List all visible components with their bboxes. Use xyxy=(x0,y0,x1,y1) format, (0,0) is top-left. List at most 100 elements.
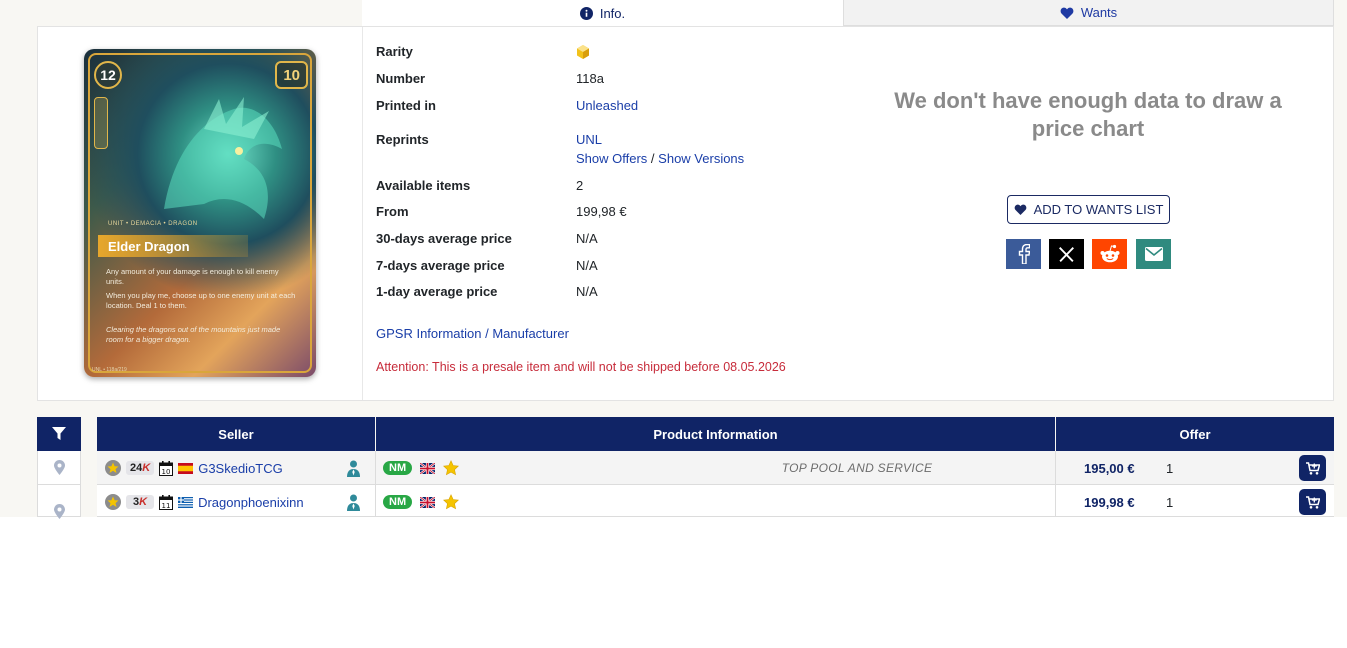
professional-seller-icon xyxy=(347,494,360,511)
table-row: 24K 10 G3SkedioTCG NM TOP POOL AND SERVI… xyxy=(97,451,1334,485)
calendar-icon: 11 xyxy=(159,494,174,510)
facebook-icon xyxy=(1018,244,1030,264)
seller-name-link[interactable]: G3SkedioTCG xyxy=(198,461,283,476)
star-icon xyxy=(443,460,460,476)
filter-icon xyxy=(52,427,66,440)
share-facebook-button[interactable] xyxy=(1006,239,1041,269)
info-icon xyxy=(579,6,593,20)
show-offers-link[interactable]: Show Offers xyxy=(576,151,647,166)
presale-attention: Attention: This is a presale item and wi… xyxy=(376,360,786,374)
location-pin-icon xyxy=(53,460,65,475)
condition-badge[interactable]: NM xyxy=(383,495,413,509)
header-seller[interactable]: Seller xyxy=(97,417,375,451)
sales-unit: K xyxy=(139,496,148,508)
svg-text:11: 11 xyxy=(162,502,171,510)
card-image-area: 12 10 UNIT • DEMACIA • DRAGON Elder Drag… xyxy=(38,27,363,400)
x-logo-icon xyxy=(1059,246,1074,262)
seller-rating-star-icon xyxy=(105,494,121,510)
add-to-cart-button[interactable] xyxy=(1299,489,1326,515)
avg1-value: N/A xyxy=(576,284,598,299)
tab-wants-label: Wants xyxy=(1080,5,1118,20)
seller-name-link[interactable]: Dragonphoenixinn xyxy=(198,495,304,510)
card-power: 10 xyxy=(275,61,308,89)
cart-icon xyxy=(1305,461,1320,475)
cart-icon xyxy=(1305,495,1320,509)
number-label: Number xyxy=(376,71,426,86)
avg7-value: N/A xyxy=(576,258,598,273)
from-label: From xyxy=(376,204,409,219)
card-gem-strip xyxy=(94,97,108,149)
flag-spain-icon xyxy=(178,462,194,474)
expansion-link[interactable]: Unleashed xyxy=(576,98,638,113)
location-cell[interactable] xyxy=(38,485,80,519)
professional-seller-icon xyxy=(347,460,360,477)
sales-count: 24 xyxy=(130,462,143,474)
reprints-label: Reprints xyxy=(376,132,429,147)
printed-in-label: Printed in xyxy=(376,98,436,113)
professional-seller-cell xyxy=(347,485,360,519)
share-email-button[interactable] xyxy=(1136,239,1171,269)
location-cell[interactable] xyxy=(38,451,80,485)
available-items-value: 2 xyxy=(576,178,584,193)
add-to-wants-button[interactable]: ADD TO WANTS LIST xyxy=(1007,195,1170,224)
sales-count-badge: 3K xyxy=(126,495,155,509)
seller-cell: 3K 11 Dragonphoenixinn xyxy=(105,485,304,519)
reprint-link-unl[interactable]: UNL xyxy=(576,132,602,147)
seller-rating-star-icon xyxy=(105,460,121,476)
show-versions-link[interactable]: Show Versions xyxy=(658,151,744,166)
product-info-cell: NM xyxy=(383,451,460,485)
product-info-cell: NM xyxy=(383,485,460,519)
offer-quantity: 1 xyxy=(1166,494,1174,510)
link-separator: / xyxy=(650,151,655,166)
seller-cell: 24K 10 G3SkedioTCG xyxy=(105,451,283,485)
rarity-label: Rarity xyxy=(376,44,413,59)
card-image[interactable]: 12 10 UNIT • DEMACIA • DRAGON Elder Drag… xyxy=(84,49,316,377)
quantity-cell: 1 xyxy=(1166,485,1173,519)
location-column xyxy=(37,451,81,519)
from-price: 199,98 € xyxy=(576,204,627,219)
card-cost: 12 xyxy=(94,61,122,89)
card-text: Any amount of your damage is enough to k… xyxy=(106,267,298,349)
sales-count-badge: 24K xyxy=(126,461,155,475)
star-icon xyxy=(443,494,460,510)
price-cell: 199,98 € xyxy=(1084,485,1135,519)
card-ability-2: When you play me, choose up to one enemy… xyxy=(106,291,296,310)
comment-cell: TOP POOL AND SERVICE xyxy=(617,451,1097,485)
tab-wants[interactable]: Wants xyxy=(843,0,1334,26)
avg30-value: N/A xyxy=(576,231,598,246)
envelope-icon xyxy=(1144,247,1163,261)
price-chart-message: We don't have enough data to draw a pric… xyxy=(894,88,1282,141)
flag-uk-icon xyxy=(420,462,436,474)
card-power-value: 10 xyxy=(283,66,300,84)
tab-info-label: Info. xyxy=(599,5,626,21)
card-tags: UNIT • DEMACIA • DRAGON xyxy=(108,221,198,227)
reprint-actions: Show Offers / Show Versions xyxy=(576,151,744,166)
header-product-information[interactable]: Product Information xyxy=(376,417,1055,451)
share-reddit-button[interactable] xyxy=(1092,239,1127,269)
cart-cell xyxy=(1299,485,1326,519)
table-row: 3K 11 Dragonphoenixinn NM 199,98 € 1 xyxy=(97,485,1334,517)
offer-price: 195,00 € xyxy=(1084,460,1135,476)
avg7-label: 7-days average price xyxy=(376,258,505,273)
add-to-cart-button[interactable] xyxy=(1299,455,1326,481)
header-offer[interactable]: Offer xyxy=(1056,417,1334,451)
share-x-button[interactable] xyxy=(1049,239,1084,269)
dragon-art xyxy=(164,97,282,219)
avg30-label: 30-days average price xyxy=(376,231,512,246)
price-cell: 195,00 € xyxy=(1084,451,1135,485)
location-pin-icon xyxy=(53,503,65,519)
number-value: 118a xyxy=(576,71,604,86)
filter-button[interactable] xyxy=(37,417,81,451)
avg1-label: 1-day average price xyxy=(376,284,498,299)
column-divider xyxy=(375,485,376,516)
gpsr-link[interactable]: GPSR Information / Manufacturer xyxy=(376,326,569,341)
condition-badge[interactable]: NM xyxy=(383,461,413,475)
heart-icon xyxy=(1014,204,1026,215)
calendar-icon: 10 xyxy=(159,460,174,476)
sales-unit: K xyxy=(142,462,151,474)
offer-quantity: 1 xyxy=(1166,460,1174,476)
tab-info[interactable]: Info. xyxy=(362,0,843,26)
cart-cell xyxy=(1299,451,1326,485)
card-ability-1: Any amount of your damage is enough to k… xyxy=(106,267,279,286)
card-flavor-text: Clearing the dragons out of the mountain… xyxy=(106,325,281,344)
